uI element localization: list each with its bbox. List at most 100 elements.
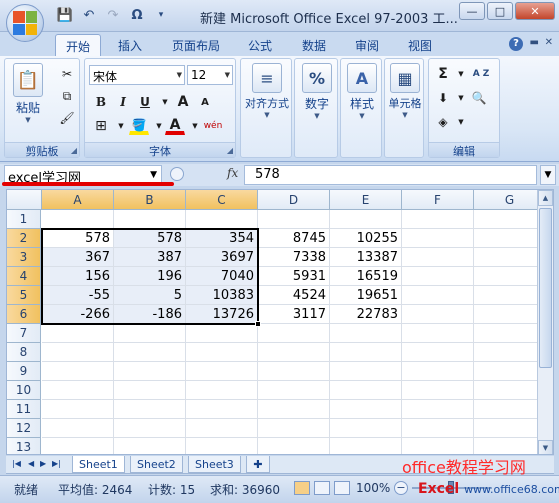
phonetic-icon[interactable]: wén [201,117,225,135]
cell-c7[interactable] [186,324,258,343]
cell-a10[interactable] [42,381,114,400]
page-break-view-icon[interactable] [334,481,350,495]
cell-d1[interactable] [258,210,330,229]
select-all-corner[interactable] [7,190,42,210]
cell-c4[interactable]: 7040 [186,267,258,286]
cell-e2[interactable]: 10255 [330,229,402,248]
font-dialog-launcher-icon[interactable]: ◢ [227,146,233,155]
italic-button[interactable]: I [113,93,133,111]
cell-g10[interactable] [474,381,546,400]
help-icon[interactable]: ? [509,37,523,51]
row-header-3[interactable]: 3 [7,248,41,267]
tab-page-layout[interactable]: 页面布局 [162,34,230,56]
sheet-tab-2[interactable]: Sheet2 [130,456,183,473]
cell-d6[interactable]: 3117 [258,305,330,324]
vertical-scrollbar[interactable]: ▲ ▼ [537,190,553,454]
cell-b2[interactable]: 578 [114,229,186,248]
border-dropdown-icon[interactable]: ▼ [111,117,131,135]
insert-sheet-icon[interactable]: ✚ [246,456,270,473]
cell-e10[interactable] [330,381,402,400]
cell-a11[interactable] [42,400,114,419]
cell-d12[interactable] [258,419,330,438]
cell-b11[interactable] [114,400,186,419]
cell-b10[interactable] [114,381,186,400]
cell-b9[interactable] [114,362,186,381]
save-icon[interactable]: 💾 [56,7,74,23]
cell-d9[interactable] [258,362,330,381]
ribbon-close-icon[interactable]: ✕ [545,37,553,48]
symbol-icon[interactable]: Ω [128,7,146,23]
cell-c9[interactable] [186,362,258,381]
cell-f12[interactable] [402,419,474,438]
row-header-11[interactable]: 11 [7,400,41,419]
tab-review[interactable]: 审阅 [345,34,389,56]
cell-e13[interactable] [330,438,402,454]
cell-b3[interactable]: 387 [114,248,186,267]
row-header-10[interactable]: 10 [7,381,41,400]
cell-e1[interactable] [330,210,402,229]
cell-b1[interactable] [114,210,186,229]
font-name-select[interactable]: 宋体 ▼ [89,65,185,85]
cell-a8[interactable] [42,343,114,362]
cell-a1[interactable] [42,210,114,229]
column-header-f[interactable]: F [402,190,474,210]
cell-g5[interactable] [474,286,546,305]
office-button[interactable] [6,4,44,42]
scroll-thumb[interactable] [539,208,552,368]
cell-e4[interactable]: 16519 [330,267,402,286]
ribbon-minimize-icon[interactable]: ▬ [530,37,539,48]
cell-f5[interactable] [402,286,474,305]
cell-d13[interactable] [258,438,330,454]
cell-a2[interactable]: 578 [42,229,114,248]
cell-e6[interactable]: 22783 [330,305,402,324]
tab-view[interactable]: 视图 [398,34,442,56]
row-header-8[interactable]: 8 [7,343,41,362]
autosum-button[interactable]: Σ [433,65,453,83]
cell-g2[interactable] [474,229,546,248]
cell-f8[interactable] [402,343,474,362]
cell-g12[interactable] [474,419,546,438]
cell-a12[interactable] [42,419,114,438]
cell-a7[interactable] [42,324,114,343]
column-header-b[interactable]: B [114,190,186,210]
cell-c2[interactable]: 354 [186,229,258,248]
cell-e11[interactable] [330,400,402,419]
page-layout-view-icon[interactable] [314,481,330,495]
resize-handle-icon[interactable] [170,167,184,181]
cell-b5[interactable]: 5 [114,286,186,305]
border-icon[interactable]: ⊞ [91,117,111,135]
cell-g13[interactable] [474,438,546,454]
column-header-e[interactable]: E [330,190,402,210]
cell-e8[interactable] [330,343,402,362]
cell-a4[interactable]: 156 [42,267,114,286]
column-header-g[interactable]: G [474,190,546,210]
row-header-7[interactable]: 7 [7,324,41,343]
zoom-level[interactable]: 100% [356,481,390,495]
maximize-button[interactable]: □ [487,2,513,20]
cell-c12[interactable] [186,419,258,438]
close-button[interactable]: ✕ [515,2,555,20]
cell-c11[interactable] [186,400,258,419]
cell-g6[interactable] [474,305,546,324]
cell-a6[interactable]: -266 [42,305,114,324]
cell-d4[interactable]: 5931 [258,267,330,286]
tab-formulas[interactable]: 公式 [238,34,282,56]
cell-a13[interactable] [42,438,114,454]
row-header-12[interactable]: 12 [7,419,41,438]
next-sheet-icon[interactable]: ▶ [40,459,46,468]
cell-c6[interactable]: 13726 [186,305,258,324]
column-header-c[interactable]: C [186,190,258,210]
tab-insert[interactable]: 插入 [108,34,152,56]
cell-f2[interactable] [402,229,474,248]
cell-a5[interactable]: -55 [42,286,114,305]
redo-icon[interactable]: ↷ [104,7,122,23]
underline-button[interactable]: U [135,93,155,111]
cell-f1[interactable] [402,210,474,229]
prev-sheet-icon[interactable]: ◀ [28,459,34,468]
cell-f4[interactable] [402,267,474,286]
row-header-5[interactable]: 5 [7,286,41,305]
tab-home[interactable]: 开始 [55,34,102,56]
cell-a9[interactable] [42,362,114,381]
zoom-out-icon[interactable]: − [394,481,408,495]
row-header-2[interactable]: 2 [7,229,41,248]
